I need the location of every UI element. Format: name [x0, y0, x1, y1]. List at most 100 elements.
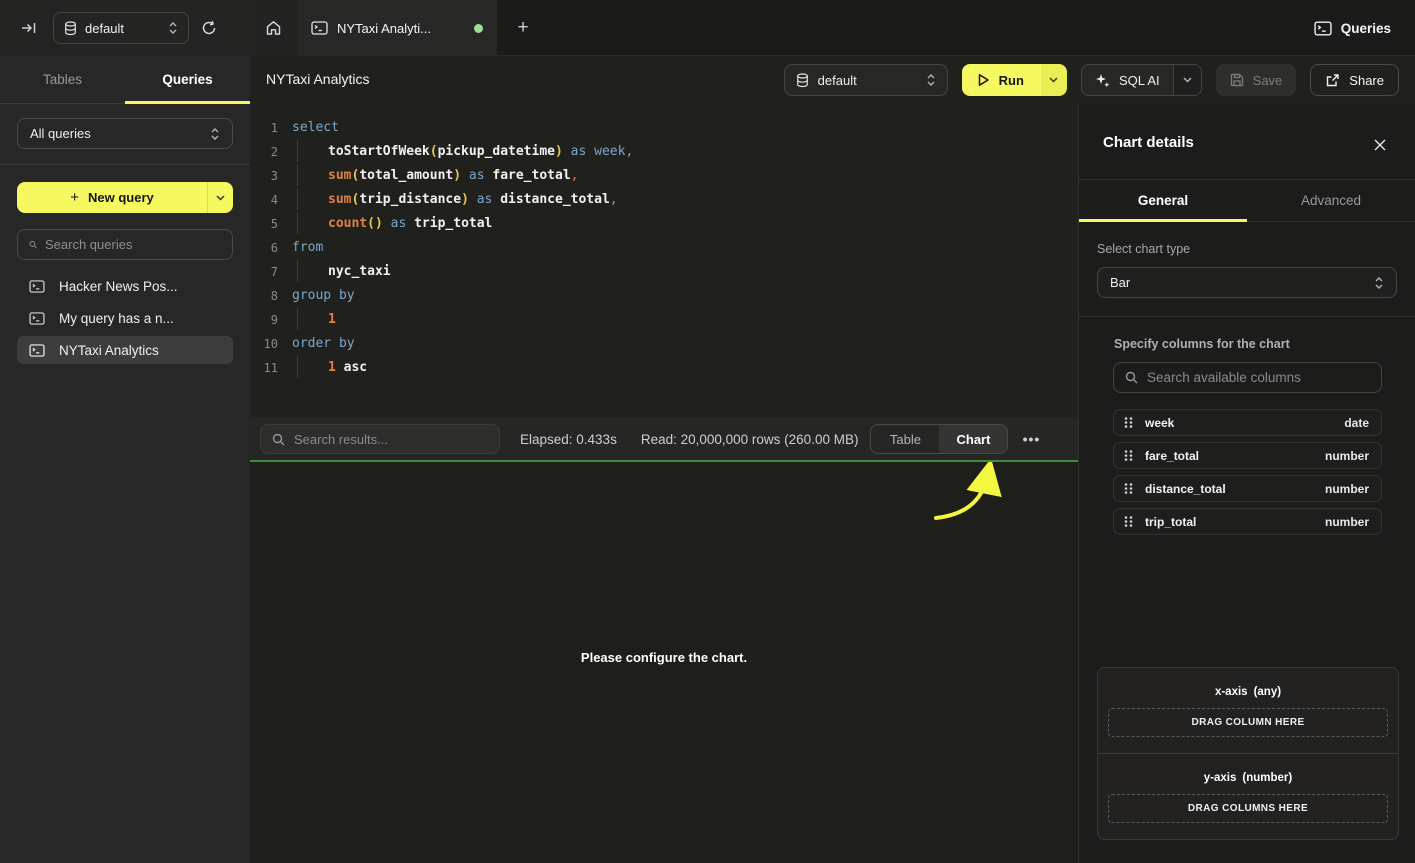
column-row-fare-total[interactable]: fare_total number	[1113, 442, 1382, 469]
sidebar-tabs: Tables Queries	[0, 56, 250, 104]
query-name: My query has a n...	[59, 311, 174, 326]
panel-title: Chart details	[1103, 134, 1194, 151]
code-line: 5count() as trip_total	[250, 212, 1078, 236]
query-search-input[interactable]	[45, 237, 221, 252]
close-icon[interactable]	[1371, 136, 1389, 154]
columns-label: Specify columns for the chart	[1114, 337, 1397, 351]
console-icon	[29, 280, 45, 293]
run-button[interactable]: Run	[962, 64, 1067, 96]
query-title: NYTaxi Analytics	[266, 71, 369, 87]
tab-home[interactable]	[250, 0, 297, 56]
new-tab-button[interactable]: +	[508, 13, 538, 43]
code-line: 4sum(trip_distance) as distance_total,	[250, 188, 1078, 212]
tab-general[interactable]: General	[1079, 180, 1247, 221]
code-line: 8group by	[250, 284, 1078, 308]
elapsed-stat: Elapsed: 0.433s	[520, 432, 617, 447]
share-button[interactable]: Share	[1310, 64, 1399, 96]
topbar-queries-label: Queries	[1341, 21, 1391, 36]
results-search-box[interactable]	[260, 424, 500, 454]
chart-type-select[interactable]: Bar	[1097, 267, 1397, 298]
more-options-icon[interactable]: •••	[1018, 426, 1044, 452]
y-axis-dropzone[interactable]: DRAG COLUMNS HERE	[1108, 794, 1388, 823]
drag-handle-icon	[1124, 482, 1133, 495]
query-list: Hacker News Pos... My query has a n... N…	[0, 272, 250, 364]
collapse-sidebar-icon[interactable]	[14, 13, 44, 43]
topbar-database-value: default	[85, 21, 160, 36]
topbar-queries-button[interactable]: Queries	[1314, 13, 1391, 43]
query-list-item[interactable]: My query has a n...	[17, 304, 233, 332]
search-icon	[272, 433, 285, 446]
console-icon	[1314, 21, 1332, 36]
query-name: NYTaxi Analytics	[59, 343, 159, 358]
annotation-arrow	[900, 462, 1020, 542]
column-row-week[interactable]: week date	[1113, 409, 1382, 436]
new-query-dropdown[interactable]	[207, 182, 233, 213]
share-icon	[1325, 73, 1340, 88]
tab-advanced[interactable]: Advanced	[1247, 180, 1415, 221]
refresh-icon[interactable]	[195, 14, 223, 42]
database-icon	[64, 21, 77, 36]
tab-nytaxi-analytics[interactable]: NYTaxi Analyti...	[297, 0, 497, 56]
topbar-database-select[interactable]: default	[53, 12, 189, 44]
query-search-box[interactable]	[17, 229, 233, 260]
active-tab-underline	[1079, 219, 1247, 222]
view-toggle-table[interactable]: Table	[871, 425, 939, 453]
query-filter-section: All queries	[0, 104, 250, 165]
columns-search-box[interactable]	[1113, 362, 1382, 393]
sql-ai-dropdown[interactable]	[1173, 65, 1201, 95]
play-icon	[977, 73, 990, 87]
tab-label: NYTaxi Analyti...	[337, 21, 465, 36]
columns-section: Specify columns for the chart week date …	[1079, 317, 1415, 535]
x-axis-section: x-axis(any) DRAG COLUMN HERE	[1098, 668, 1398, 754]
code-line: 10order by	[250, 332, 1078, 356]
search-icon	[29, 238, 37, 251]
column-row-distance-total[interactable]: distance_total number	[1113, 475, 1382, 502]
top-bar-left: default	[0, 0, 250, 56]
query-toolbar: default Run	[784, 64, 1399, 96]
new-query-main[interactable]: + New query	[17, 189, 207, 206]
view-toggle-chart[interactable]: Chart	[939, 425, 1007, 453]
query-filter-value: All queries	[30, 126, 210, 141]
column-name: week	[1145, 416, 1332, 430]
sql-ai-main[interactable]: SQL AI	[1082, 65, 1173, 95]
new-query-button[interactable]: + New query	[17, 182, 233, 213]
database-icon	[796, 73, 809, 88]
panel-header: Chart details	[1079, 104, 1415, 180]
results-search-input[interactable]	[294, 432, 488, 447]
code-line: 91	[250, 308, 1078, 332]
share-label: Share	[1349, 73, 1384, 88]
query-list-item-selected[interactable]: NYTaxi Analytics	[17, 336, 233, 364]
panel-tabs: General Advanced	[1079, 180, 1415, 222]
home-icon	[265, 20, 282, 36]
console-icon	[29, 312, 45, 325]
sidebar-tab-tables[interactable]: Tables	[0, 56, 125, 103]
x-axis-label: x-axis(any)	[1108, 686, 1388, 698]
columns-search-input[interactable]	[1147, 370, 1370, 385]
column-type: number	[1325, 482, 1369, 496]
sql-console-app: default NYTaxi Analyti.	[0, 0, 1415, 863]
new-query-label: New query	[88, 190, 154, 205]
axes-config-box: x-axis(any) DRAG COLUMN HERE y-axis(numb…	[1097, 667, 1399, 840]
code-line: 3sum(total_amount) as fare_total,	[250, 164, 1078, 188]
query-filter-select[interactable]: All queries	[17, 118, 233, 149]
chevron-updown-icon	[1374, 276, 1384, 290]
chart-type-section: Select chart type Bar	[1079, 222, 1415, 317]
toolbar-database-select[interactable]: default	[784, 64, 948, 96]
sql-code: 1select2toStartOfWeek(pickup_datetime) a…	[250, 116, 1078, 380]
column-type: date	[1344, 416, 1369, 430]
sql-ai-button[interactable]: SQL AI	[1081, 64, 1202, 96]
drag-handle-icon	[1124, 449, 1133, 462]
query-header: NYTaxi Analytics default	[250, 56, 1415, 104]
run-button-main[interactable]: Run	[962, 64, 1041, 96]
run-dropdown[interactable]	[1041, 64, 1067, 96]
query-list-item[interactable]: Hacker News Pos...	[17, 272, 233, 300]
sidebar-tab-queries[interactable]: Queries	[125, 56, 250, 103]
x-axis-dropzone[interactable]: DRAG COLUMN HERE	[1108, 708, 1388, 737]
sql-ai-label: SQL AI	[1119, 73, 1160, 88]
sql-editor[interactable]: 1select2toStartOfWeek(pickup_datetime) a…	[250, 104, 1078, 417]
save-button[interactable]: Save	[1216, 64, 1297, 96]
console-icon	[29, 344, 45, 357]
new-query-section: + New query	[0, 165, 250, 213]
chevron-updown-icon	[210, 127, 220, 141]
column-row-trip-total[interactable]: trip_total number	[1113, 508, 1382, 535]
